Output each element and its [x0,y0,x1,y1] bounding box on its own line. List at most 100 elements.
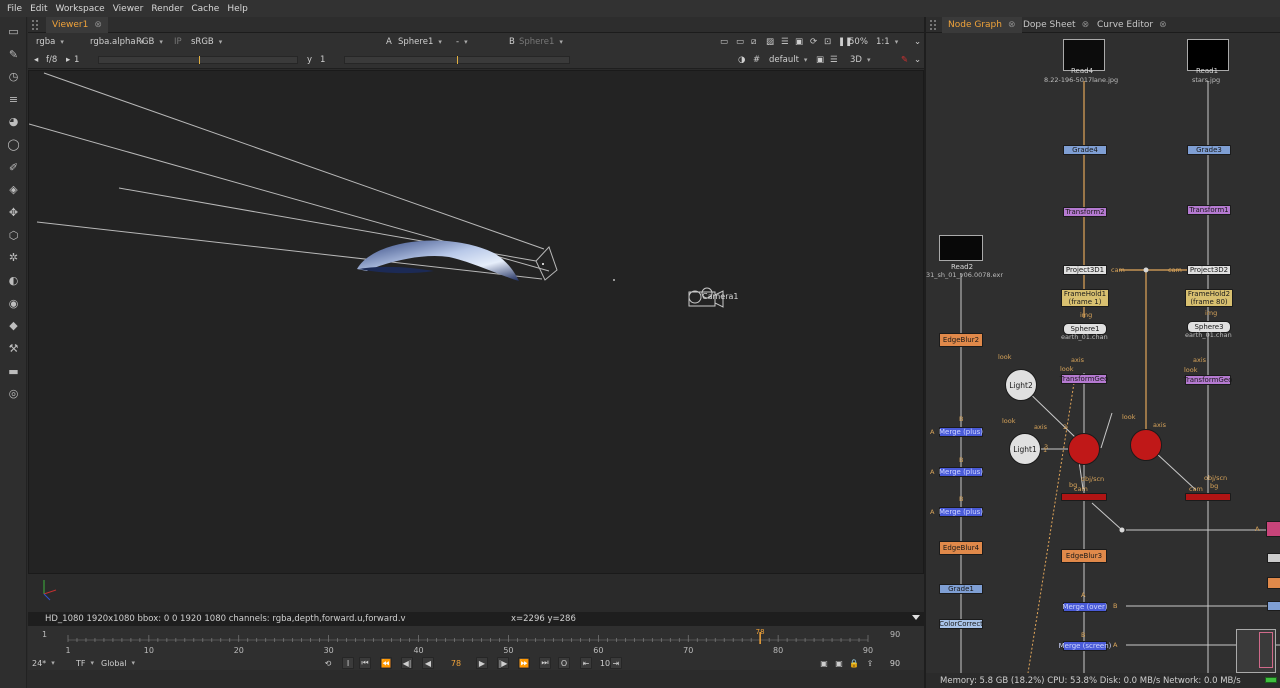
lock-icon[interactable]: 🔒 [848,657,860,669]
navigator-viewport[interactable] [1259,632,1273,668]
out-point-icon[interactable]: O [558,657,570,669]
edgeblur2-node[interactable]: EdgeBlur2 [939,333,983,347]
scanline-render1-node[interactable] [1061,493,1107,501]
node-graph[interactable]: Read4 8.22-196-5017lane.jpg Read1 stars.… [926,33,1280,673]
transform-tools-icon[interactable]: ✥ [5,204,22,221]
channels-dropdown[interactable]: rgba [36,36,64,48]
edgeblur4-node[interactable]: EdgeBlur4 [939,541,983,555]
range-mode-dropdown[interactable]: Global [101,657,135,669]
proxy-icon[interactable]: ⊡ [824,36,831,48]
loop-icon[interactable]: ⟲ [322,657,334,669]
close-icon[interactable]: ⊗ [1159,20,1167,30]
input-b-dropdown[interactable]: Sphere1 [519,36,563,48]
merge-plus-node[interactable]: Merge (plus) [939,467,983,477]
expand-icon[interactable]: ⌄ [914,36,921,48]
edgeblur3-node[interactable]: EdgeBlur3 [1061,549,1107,563]
fps-dropdown[interactable]: 24* [32,657,55,669]
grade4-node[interactable]: Grade4 [1063,145,1107,155]
draw-tools-icon[interactable]: ✎ [5,46,22,63]
furnace-tools-icon[interactable]: ◎ [5,385,22,402]
merge-plus-node[interactable]: Merge (plus) [939,507,983,517]
end-frame-field[interactable]: 90 [884,657,906,669]
list-icon[interactable]: ☰ [781,36,789,48]
flipbook-icon[interactable]: ▣ [818,657,830,669]
viewer-viewport[interactable]: Camera1 [28,70,924,574]
menu-help[interactable]: Help [224,4,253,14]
grade3-node[interactable]: Grade3 [1187,145,1231,155]
zoom-value[interactable]: 50% [849,36,868,48]
monitor-icon[interactable]: ▣ [833,657,845,669]
other-tools-icon[interactable]: ▬ [5,363,22,380]
next-key-icon[interactable]: ⏩ [518,657,530,669]
play-forward-icon[interactable]: ▶ [476,657,488,669]
channel-tools-icon[interactable]: ≡ [5,91,22,108]
skip-back-icon[interactable]: ⇤ [580,657,592,669]
menu-workspace[interactable]: Workspace [53,4,110,14]
transform2-node[interactable]: Transform2 [1063,207,1107,217]
gamma-value[interactable]: 1 [320,54,325,66]
tab-node-graph[interactable]: Node Graph ⊗ [942,17,1022,33]
camera-icon[interactable]: ▣ [816,54,824,66]
grid-icon[interactable]: # [753,54,760,66]
time-tools-icon[interactable]: ◷ [5,68,22,85]
step-back-icon[interactable]: ◀| [401,657,413,669]
menu-file[interactable]: File [4,4,27,14]
gain-slider[interactable] [98,56,298,64]
scanline-render2-node[interactable] [1185,493,1231,501]
step-forward-icon[interactable]: |▶ [497,657,509,669]
metadata-tools-icon[interactable]: ◆ [5,317,22,334]
camera-dropdown[interactable]: default [769,54,807,66]
merge-over-node[interactable]: Merge (over) [1062,602,1108,612]
merge-tools-icon[interactable]: ◈ [5,181,22,198]
refresh-icon[interactable]: ⟳ [810,36,817,48]
colorcorrect-node[interactable]: ColorCorrect [939,619,983,629]
image-tools-icon[interactable]: ▭ [5,23,22,40]
pin-icon[interactable]: ✎ [901,54,908,66]
skip-forward-icon[interactable]: ⇥ [610,657,622,669]
goto-start-icon[interactable]: ⏮ [359,657,371,669]
safe-area-icon[interactable]: ▭ [736,36,744,48]
current-frame-field[interactable]: 78 [442,657,470,669]
clip-warning-icon[interactable]: ▣ [795,36,803,48]
display-dropdown[interactable]: RGB [136,36,163,48]
merge-screen-node[interactable]: Merge (screen) [1059,641,1111,651]
tab-viewer1[interactable]: Viewer1 ⊗ [46,17,108,33]
roi-icon[interactable]: ▭ [720,36,728,48]
menu-edit[interactable]: Edit [27,4,52,14]
node-graph-navigator[interactable] [1236,629,1276,673]
expand-icon[interactable]: ⌄ [914,54,921,66]
close-icon[interactable]: ⊗ [1082,20,1090,30]
filter-tools-icon[interactable]: ◯ [5,136,22,153]
light1-node[interactable]: Light1 [1009,433,1041,465]
keyer-tools-icon[interactable]: ✐ [5,159,22,176]
transform1-node[interactable]: Transform1 [1187,205,1231,215]
info-expand-icon[interactable] [912,615,920,620]
deep-tools-icon[interactable]: ◐ [5,272,22,289]
input-a-dropdown[interactable]: Sphere1 [398,36,442,48]
offscreen-node[interactable] [1267,553,1280,563]
fstop-value[interactable]: f/8 [46,54,57,66]
fstop-decrease-icon[interactable]: ◂ [34,54,38,66]
project3d1-node[interactable]: Project3D1 [1063,265,1107,275]
wipe-icon[interactable]: ⧄ [751,36,756,48]
view-mode-dropdown[interactable]: 3D [850,54,870,66]
views-tools-icon[interactable]: ◉ [5,295,22,312]
timeline[interactable]: 1 10 20 30 40 50 60 70 80 90 78 1 90 [28,626,924,656]
framehold1-node[interactable]: FrameHold1 (frame 1) [1061,289,1109,307]
offscreen-node[interactable] [1267,577,1280,589]
merge-plus-node[interactable]: Merge (plus) [939,427,983,437]
ratio-dropdown[interactable]: 1:1 [876,36,898,48]
framehold2-node[interactable]: FrameHold2 (frame 80) [1185,289,1233,307]
lut-dropdown[interactable]: sRGB [191,36,222,48]
close-icon[interactable]: ⊗ [94,20,102,30]
timeline-ruler[interactable]: 1 10 20 30 40 50 60 70 80 90 78 [28,626,924,656]
menu-render[interactable]: Render [148,4,188,14]
grade1-node[interactable]: Grade1 [939,584,983,594]
scene-node[interactable] [1068,433,1100,465]
scene2-node[interactable] [1130,429,1162,461]
goto-end-icon[interactable]: ⏭ [539,657,551,669]
fstop-increase-icon[interactable]: ▸ [66,54,70,66]
compare-mode-dropdown[interactable]: - [456,36,500,48]
3d-tools-icon[interactable]: ⬡ [5,227,22,244]
gamma-slider[interactable] [344,56,570,64]
